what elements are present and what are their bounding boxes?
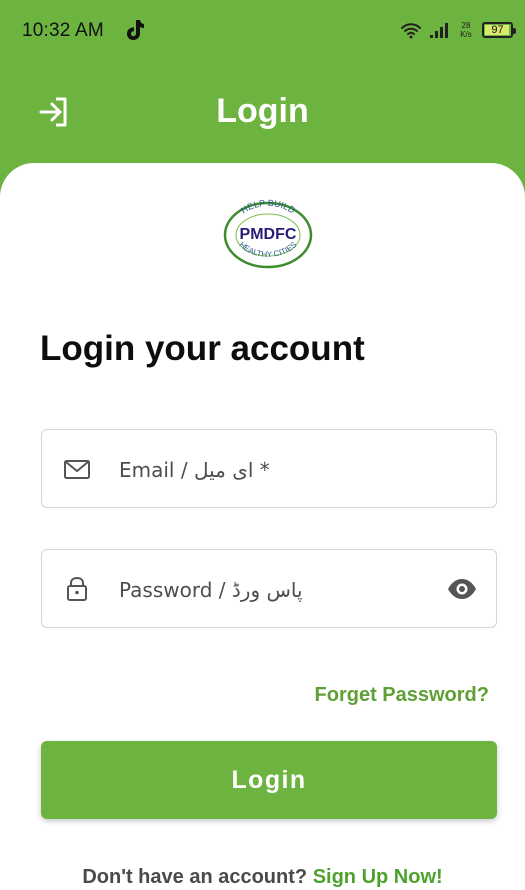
login-card: HELP BUILD PMDFC HEALTHY CITIES Login yo…: [0, 163, 525, 890]
status-bar: 10:32 AM 28 K/s 97: [0, 0, 525, 62]
logo-center-text: PMDFC: [240, 226, 297, 243]
pmdfc-logo: HELP BUILD PMDFC HEALTHY CITIES: [223, 199, 313, 269]
status-time: 10:32 AM: [22, 20, 104, 41]
email-field[interactable]: Email / ای میل *: [41, 429, 497, 508]
network-speed: 28 K/s: [456, 21, 476, 39]
mail-icon: [64, 460, 90, 479]
password-field[interactable]: Password / پاس ورڈ: [41, 549, 497, 628]
login-button[interactable]: Login: [41, 741, 497, 819]
signal-icon: [430, 23, 448, 38]
signup-link[interactable]: Sign Up Now!: [313, 866, 443, 888]
forgot-password-link[interactable]: Forget Password?: [315, 684, 489, 707]
login-heading: Login your account: [40, 329, 365, 368]
network-speed-unit: K/s: [460, 30, 472, 39]
wifi-icon: [401, 23, 421, 39]
battery-icon: 97: [482, 22, 516, 38]
login-screen: 10:32 AM 28 K/s 97 Login HELP BUILD PMDF…: [0, 0, 525, 890]
lock-icon: [67, 576, 87, 601]
signup-prompt: Don't have an account?: [82, 866, 308, 888]
password-placeholder: Password / پاس ورڈ: [119, 578, 303, 602]
battery-level: 97: [491, 24, 504, 36]
eye-icon[interactable]: [446, 577, 478, 601]
network-speed-value: 28: [461, 21, 471, 30]
signup-row: Don't have an account? Sign Up Now!: [0, 866, 525, 889]
app-header: Login: [0, 62, 525, 172]
email-placeholder: Email / ای میل *: [119, 458, 270, 482]
status-icons: 28 K/s 97: [400, 18, 516, 42]
page-title: Login: [216, 92, 309, 130]
tiktok-icon: [127, 20, 144, 40]
